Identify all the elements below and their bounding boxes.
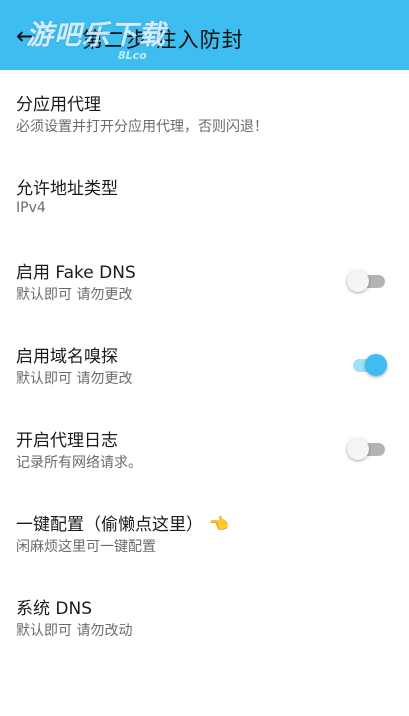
setting-per-app-proxy[interactable]: 分应用代理 必须设置并打开分应用代理，否则闪退！ xyxy=(0,70,409,154)
setting-subtitle: 闲麻烦这里可一键配置 xyxy=(16,539,156,555)
setting-title: 分应用代理 xyxy=(16,95,101,115)
toggle-knob xyxy=(347,270,369,292)
watermark-logo: 游吧乐下载 xyxy=(26,20,166,51)
fake-dns-toggle[interactable] xyxy=(347,270,387,292)
setting-address-type[interactable]: 允许地址类型 IPv4 xyxy=(0,154,409,238)
watermark-sub: 8Lco xyxy=(118,49,147,62)
setting-title: 启用域名嗅探 xyxy=(16,347,118,367)
proxy-log-toggle[interactable] xyxy=(347,438,387,460)
setting-title: 系统 DNS xyxy=(16,599,93,619)
setting-proxy-log[interactable]: 开启代理日志 记录所有网络请求。 xyxy=(0,406,409,490)
setting-subtitle: 默认即可 请勿更改 xyxy=(16,371,133,387)
toggle-knob xyxy=(347,438,369,460)
app-bar: ← 第二步 注入防封 游吧乐下载 8Lco xyxy=(0,0,409,70)
setting-fake-dns[interactable]: 启用 Fake DNS 默认即可 请勿更改 xyxy=(0,238,409,322)
setting-title-wrap: 一键配置（偷懒点这里） 👈 xyxy=(16,510,229,535)
setting-title: 一键配置（偷懒点这里） xyxy=(16,515,203,535)
setting-title: 启用 Fake DNS xyxy=(16,263,136,283)
setting-subtitle: 默认即可 请勿更改 xyxy=(16,287,133,303)
setting-subtitle: 必须设置并打开分应用代理，否则闪退！ xyxy=(16,119,268,135)
setting-domain-sniffing[interactable]: 启用域名嗅探 默认即可 请勿更改 xyxy=(0,322,409,406)
setting-subtitle: 默认即可 请勿改动 xyxy=(16,623,133,639)
setting-system-dns[interactable]: 系统 DNS 默认即可 请勿改动 xyxy=(0,574,409,658)
pointing-hand-icon: 👈 xyxy=(209,514,229,533)
setting-title: 允许地址类型 xyxy=(16,179,118,199)
setting-subtitle: IPv4 xyxy=(16,200,46,216)
setting-one-click-config[interactable]: 一键配置（偷懒点这里） 👈 闲麻烦这里可一键配置 xyxy=(0,490,409,574)
setting-subtitle: 记录所有网络请求。 xyxy=(16,455,142,471)
settings-list: 分应用代理 必须设置并打开分应用代理，否则闪退！ 允许地址类型 IPv4 启用 … xyxy=(0,70,409,658)
setting-title: 开启代理日志 xyxy=(16,431,118,451)
domain-sniffing-toggle[interactable] xyxy=(349,354,387,376)
toggle-knob xyxy=(365,354,387,376)
